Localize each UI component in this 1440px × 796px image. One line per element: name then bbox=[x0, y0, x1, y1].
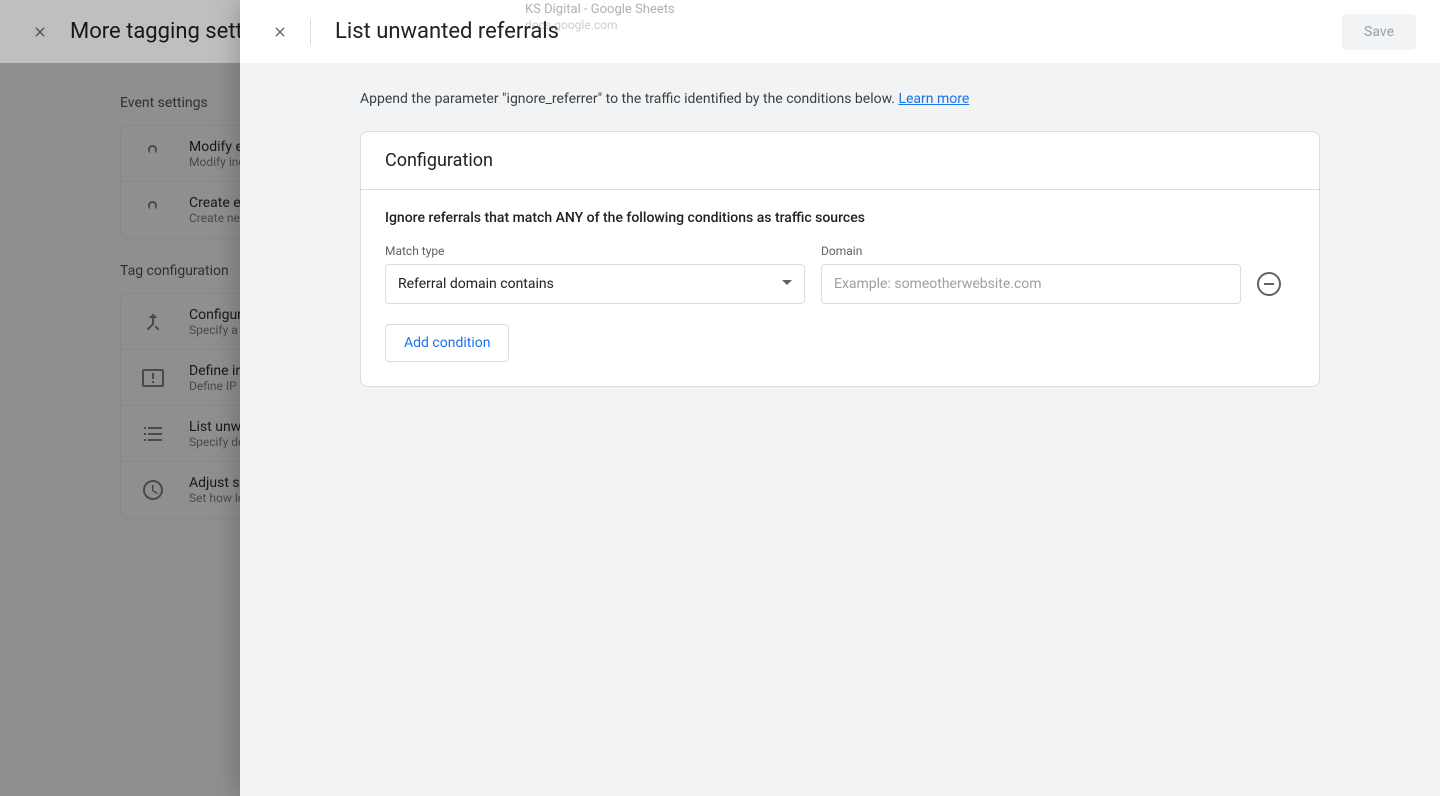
domain-input[interactable] bbox=[821, 264, 1241, 304]
learn-more-link[interactable]: Learn more bbox=[898, 91, 969, 107]
description-text: Append the parameter "ignore_referrer" t… bbox=[360, 91, 1320, 107]
match-type-select[interactable]: Referral domain contains bbox=[385, 264, 805, 304]
configuration-card: Configuration Ignore referrals that matc… bbox=[360, 131, 1320, 387]
remove-condition-button[interactable] bbox=[1257, 272, 1281, 296]
panel-title: List unwanted referrals bbox=[310, 19, 559, 45]
description-span: Append the parameter "ignore_referrer" t… bbox=[360, 91, 898, 107]
match-type-value: Referral domain contains bbox=[398, 276, 554, 292]
chevron-down-icon bbox=[782, 276, 792, 292]
domain-label: Domain bbox=[821, 244, 1241, 258]
condition-row: Match type Referral domain contains Doma… bbox=[385, 244, 1295, 304]
close-icon[interactable] bbox=[268, 20, 292, 44]
ghost-tab-title: KS Digital - Google Sheets bbox=[525, 2, 675, 17]
config-subtitle: Ignore referrals that match ANY of the f… bbox=[385, 210, 1295, 226]
match-type-label: Match type bbox=[385, 244, 805, 258]
ghost-tab-sub: docs.google.com bbox=[525, 18, 618, 32]
add-condition-button[interactable]: Add condition bbox=[385, 324, 509, 362]
config-card-header: Configuration bbox=[361, 132, 1319, 190]
unwanted-referrals-panel: KS Digital - Google Sheets docs.google.c… bbox=[240, 0, 1440, 796]
save-button[interactable]: Save bbox=[1342, 14, 1416, 50]
